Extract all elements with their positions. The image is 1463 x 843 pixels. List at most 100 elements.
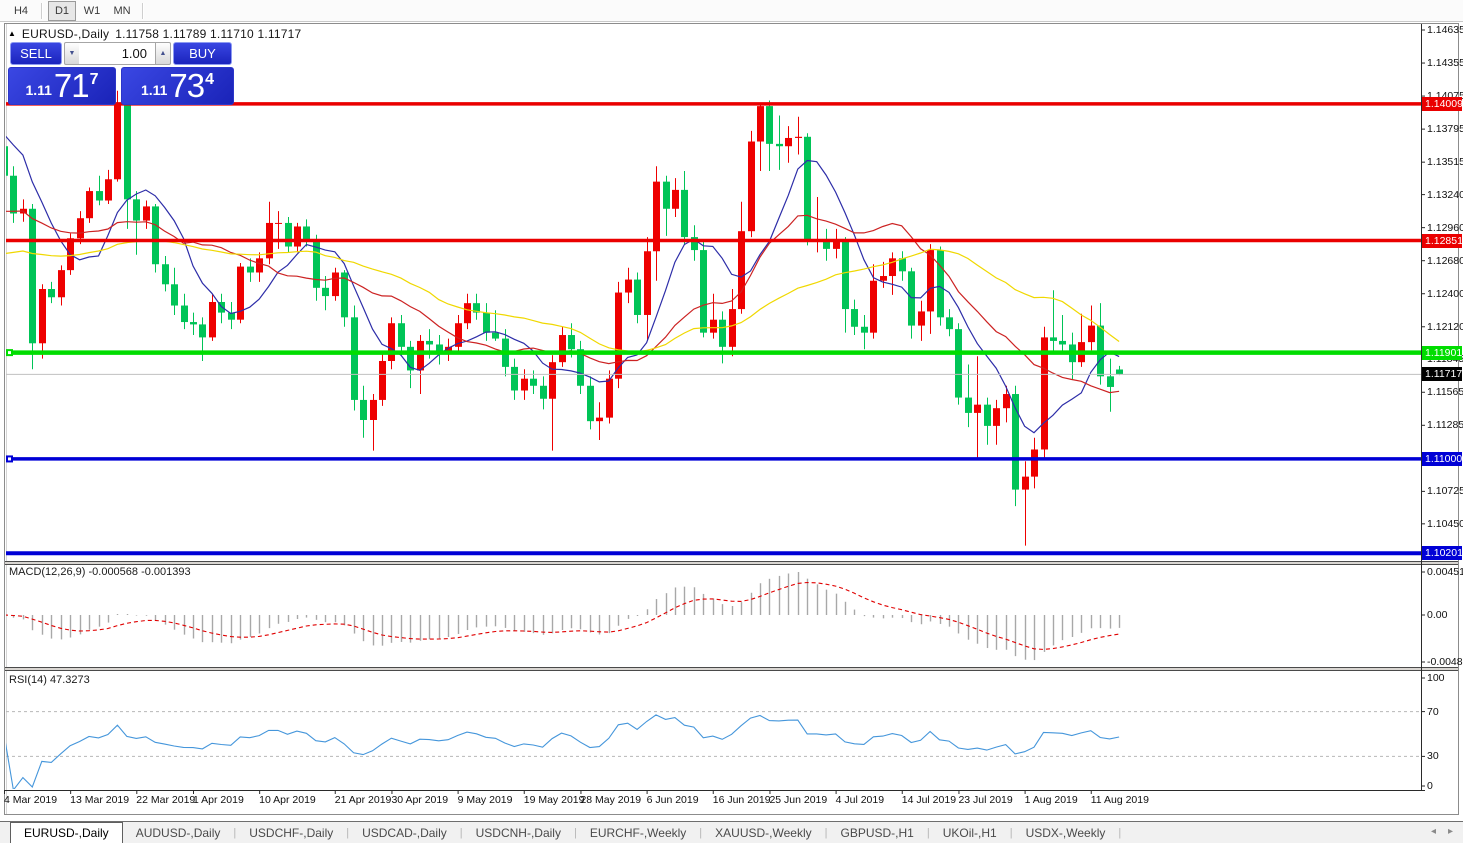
candle-body <box>719 319 726 347</box>
tab-scroll-right-icon[interactable]: ▸ <box>1448 826 1453 837</box>
candle-body <box>332 272 339 297</box>
price-axis-label: 1.10450 <box>1427 517 1463 530</box>
timeframe-button-w1[interactable]: W1 <box>78 1 106 21</box>
candle-body <box>303 226 310 240</box>
rsi-name: RSI(14) <box>9 674 47 686</box>
candle-body <box>1059 340 1066 345</box>
macd-pane <box>6 572 1121 661</box>
symbol-tab-xauusd[interactable]: XAUUSD-,Weekly <box>702 822 824 843</box>
candle-body <box>974 404 981 413</box>
candle-body <box>748 141 755 232</box>
toolbar-separator <box>41 2 42 19</box>
symbol-tab-eurchf[interactable]: EURCHF-,Weekly <box>577 822 699 843</box>
candle-body <box>143 206 150 221</box>
price-axis-label: 1.13240 <box>1427 188 1463 201</box>
timeframe-button-mn[interactable]: MN <box>108 1 136 21</box>
candle-body <box>710 319 717 333</box>
price-axis-label: 1.12960 <box>1427 221 1463 234</box>
symbol-tab-usdcnh[interactable]: USDCNH-,Daily <box>463 822 574 843</box>
candle-body <box>559 335 566 363</box>
volume-decrease-button[interactable]: ▼ <box>64 42 80 65</box>
volume-input[interactable] <box>79 42 155 65</box>
symbol-tab-gbpusd[interactable]: GBPUSD-,H1 <box>827 822 926 843</box>
candle-body <box>29 208 36 344</box>
timeframe-button-h4[interactable]: H4 <box>7 1 35 21</box>
rsi-indicator-label: RSI(14) 47.3273 <box>9 674 90 686</box>
candle-body <box>39 289 46 344</box>
collapse-panel-icon[interactable]: ▲ <box>8 30 16 38</box>
indicator-axis-label: 30 <box>1427 750 1439 763</box>
rsi-value: 47.3273 <box>49 674 90 686</box>
date-label: 25 Jun 2019 <box>769 794 828 806</box>
one-click-trade-panel: SELL ▼ ▲ BUY 1.11 71 7 1.11 73 4 <box>8 42 234 106</box>
indicator-axis-label: 0 <box>1427 780 1433 792</box>
candle-body <box>1107 376 1114 387</box>
chart-canvas <box>4 23 1459 815</box>
date-label: 14 Jul 2019 <box>901 794 957 806</box>
candle-body <box>596 417 603 422</box>
symbol-tab-usdcad[interactable]: USDCAD-,Daily <box>349 822 460 843</box>
candle-body <box>851 309 858 327</box>
candle-body <box>785 137 792 147</box>
price-axis-label: 1.12120 <box>1427 320 1463 333</box>
candle-body <box>540 385 547 399</box>
sell-button[interactable]: SELL <box>10 42 62 65</box>
date-label: 4 Jul 2019 <box>835 794 885 806</box>
sell-price-quote[interactable]: 1.11 71 7 <box>8 67 116 105</box>
candle-body <box>634 279 641 315</box>
candle-body <box>795 136 802 138</box>
indicator-axis-label: 70 <box>1427 705 1439 718</box>
candle-body <box>842 241 849 310</box>
symbol-tab-eurusd[interactable]: EURUSD-,Daily <box>10 822 123 843</box>
candle-body <box>1031 449 1038 477</box>
candle-body <box>521 378 528 391</box>
timeframe-button-d1[interactable]: D1 <box>48 0 76 21</box>
date-label: 1 Apr 2019 <box>193 794 244 806</box>
price-axis-label: 1.10725 <box>1427 485 1463 498</box>
candle-body <box>96 191 103 201</box>
volume-increase-button[interactable]: ▲ <box>155 42 171 65</box>
rsi-pane <box>6 711 1421 789</box>
buy-button[interactable]: BUY <box>173 42 232 65</box>
candle-body <box>426 340 433 345</box>
price-axis-label: 1.14635 <box>1427 24 1463 36</box>
candle-body <box>1022 476 1029 490</box>
date-label: 16 Jun 2019 <box>712 794 771 806</box>
price-axis-label: 1.12400 <box>1427 287 1463 300</box>
candle-body <box>360 399 367 420</box>
candle-body <box>672 189 679 209</box>
buy-price-quote[interactable]: 1.11 73 4 <box>121 67 234 105</box>
sell-price-base: 1.11 <box>25 82 52 98</box>
price-axis-label: 1.14355 <box>1427 57 1463 70</box>
candle-body <box>729 309 736 347</box>
candle-body <box>124 104 131 200</box>
candle-body <box>285 222 292 247</box>
date-label: 6 Jun 2019 <box>646 794 699 806</box>
chart-ohlc-values: 1.11758 1.11789 1.11710 1.11717 <box>115 27 302 41</box>
date-label: 11 Aug 2019 <box>1090 794 1149 806</box>
candle-body <box>984 404 991 426</box>
symbol-tab-ukoil[interactable]: UKOil-,H1 <box>930 822 1010 843</box>
price-axis-label: 1.13515 <box>1427 156 1463 169</box>
candle-body <box>105 179 112 201</box>
sell-price-big: 71 <box>53 67 90 104</box>
candle-body <box>625 279 632 293</box>
candle-body <box>48 289 55 298</box>
tab-scroll-left-icon[interactable]: ◂ <box>1431 826 1436 837</box>
tab-separator: | <box>1118 826 1122 839</box>
symbol-tab-usdchf[interactable]: USDCHF-,Daily <box>236 822 346 843</box>
toolbar-separator <box>142 2 143 19</box>
chevron-down-icon: ▼ <box>68 50 76 57</box>
symbol-tab-audusd[interactable]: AUDUSD-,Daily <box>123 822 234 843</box>
price-axis-label: 1.12680 <box>1427 254 1463 267</box>
candle-body <box>870 280 877 333</box>
symbol-tab-usdx[interactable]: USDX-,Weekly <box>1013 822 1119 843</box>
candle-body <box>776 143 783 147</box>
candle-body <box>700 250 707 333</box>
candle-body <box>275 222 282 224</box>
candle-body <box>417 340 424 371</box>
candle-body <box>58 270 65 298</box>
candle-body <box>955 329 962 398</box>
candle-body <box>993 408 1000 426</box>
date-label: 1 Aug 2019 <box>1024 794 1078 806</box>
